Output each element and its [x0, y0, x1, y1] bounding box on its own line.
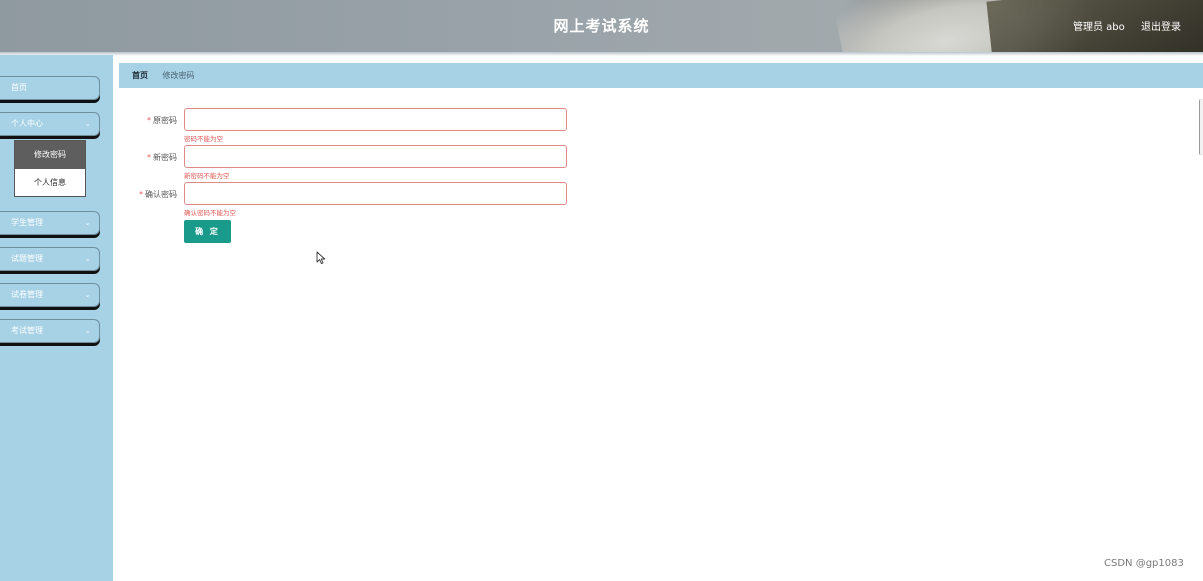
top-header: 网上考试系统 管理员 abo 退出登录 — [0, 0, 1203, 52]
chevron-down-icon: ⌄ — [84, 326, 91, 335]
watermark: CSDN @gp1083 — [1104, 558, 1184, 569]
confirm-password-input[interactable] — [184, 182, 567, 205]
submenu-item-personal-info[interactable]: 个人信息 — [15, 169, 85, 197]
confirm-password-error: 确认密码不能为空 — [184, 209, 236, 217]
sidebar-item-label: 试卷管理 — [11, 290, 43, 299]
new-password-error: 新密码不能为空 — [184, 172, 230, 180]
chevron-down-icon: ⌄ — [84, 218, 91, 227]
sidebar-item-label: 学生管理 — [11, 218, 43, 227]
new-password-label: * 新密码 — [117, 152, 177, 163]
breadcrumb: 首页 修改密码 — [119, 63, 1203, 88]
breadcrumb-home[interactable]: 首页 — [132, 71, 148, 80]
old-password-input[interactable] — [184, 108, 567, 131]
sidebar-item-personal-center[interactable]: 个人中心 ⌄ — [0, 112, 100, 136]
app-title: 网上考试系统 — [553, 17, 650, 35]
scrollbar-handle[interactable] — [1199, 99, 1203, 155]
sidebar-item-label: 首页 — [11, 83, 27, 92]
old-password-label-text: 原密码 — [153, 116, 177, 125]
required-mark: * — [147, 116, 151, 125]
new-password-input[interactable] — [184, 145, 567, 168]
new-password-label-text: 新密码 — [153, 153, 177, 162]
chevron-down-icon: ⌄ — [84, 290, 91, 299]
required-mark: * — [147, 153, 151, 162]
sidebar-item-label: 试题管理 — [11, 254, 43, 263]
sidebar-item-student-management[interactable]: 学生管理 ⌄ — [0, 211, 100, 235]
logout-link[interactable]: 退出登录 — [1141, 18, 1181, 33]
confirm-button[interactable]: 确 定 — [184, 220, 231, 243]
breadcrumb-current: 修改密码 — [162, 71, 195, 80]
sidebar-item-paper-management[interactable]: 试卷管理 ⌄ — [0, 283, 100, 307]
personal-center-submenu: 修改密码 个人信息 — [14, 140, 86, 197]
confirm-password-label-text: 确认密码 — [145, 190, 177, 199]
submenu-item-change-password[interactable]: 修改密码 — [15, 141, 85, 169]
old-password-error: 密码不能为空 — [184, 135, 223, 143]
required-mark: * — [139, 190, 143, 199]
mouse-cursor-icon — [316, 251, 326, 265]
chevron-down-icon: ⌄ — [84, 254, 91, 263]
chevron-down-icon: ⌄ — [84, 119, 91, 128]
sidebar-item-question-management[interactable]: 试题管理 ⌄ — [0, 247, 100, 271]
sidebar-item-home[interactable]: 首页 — [0, 76, 100, 100]
sidebar-item-label: 考试管理 — [11, 326, 43, 335]
current-user-label: 管理员 abo — [1073, 22, 1125, 33]
confirm-password-label: * 确认密码 — [117, 189, 177, 200]
header-shadow — [0, 52, 1203, 56]
sidebar-item-exam-management[interactable]: 考试管理 ⌄ — [0, 319, 100, 343]
sidebar-item-label: 个人中心 — [11, 119, 43, 128]
old-password-label: * 原密码 — [117, 115, 177, 126]
